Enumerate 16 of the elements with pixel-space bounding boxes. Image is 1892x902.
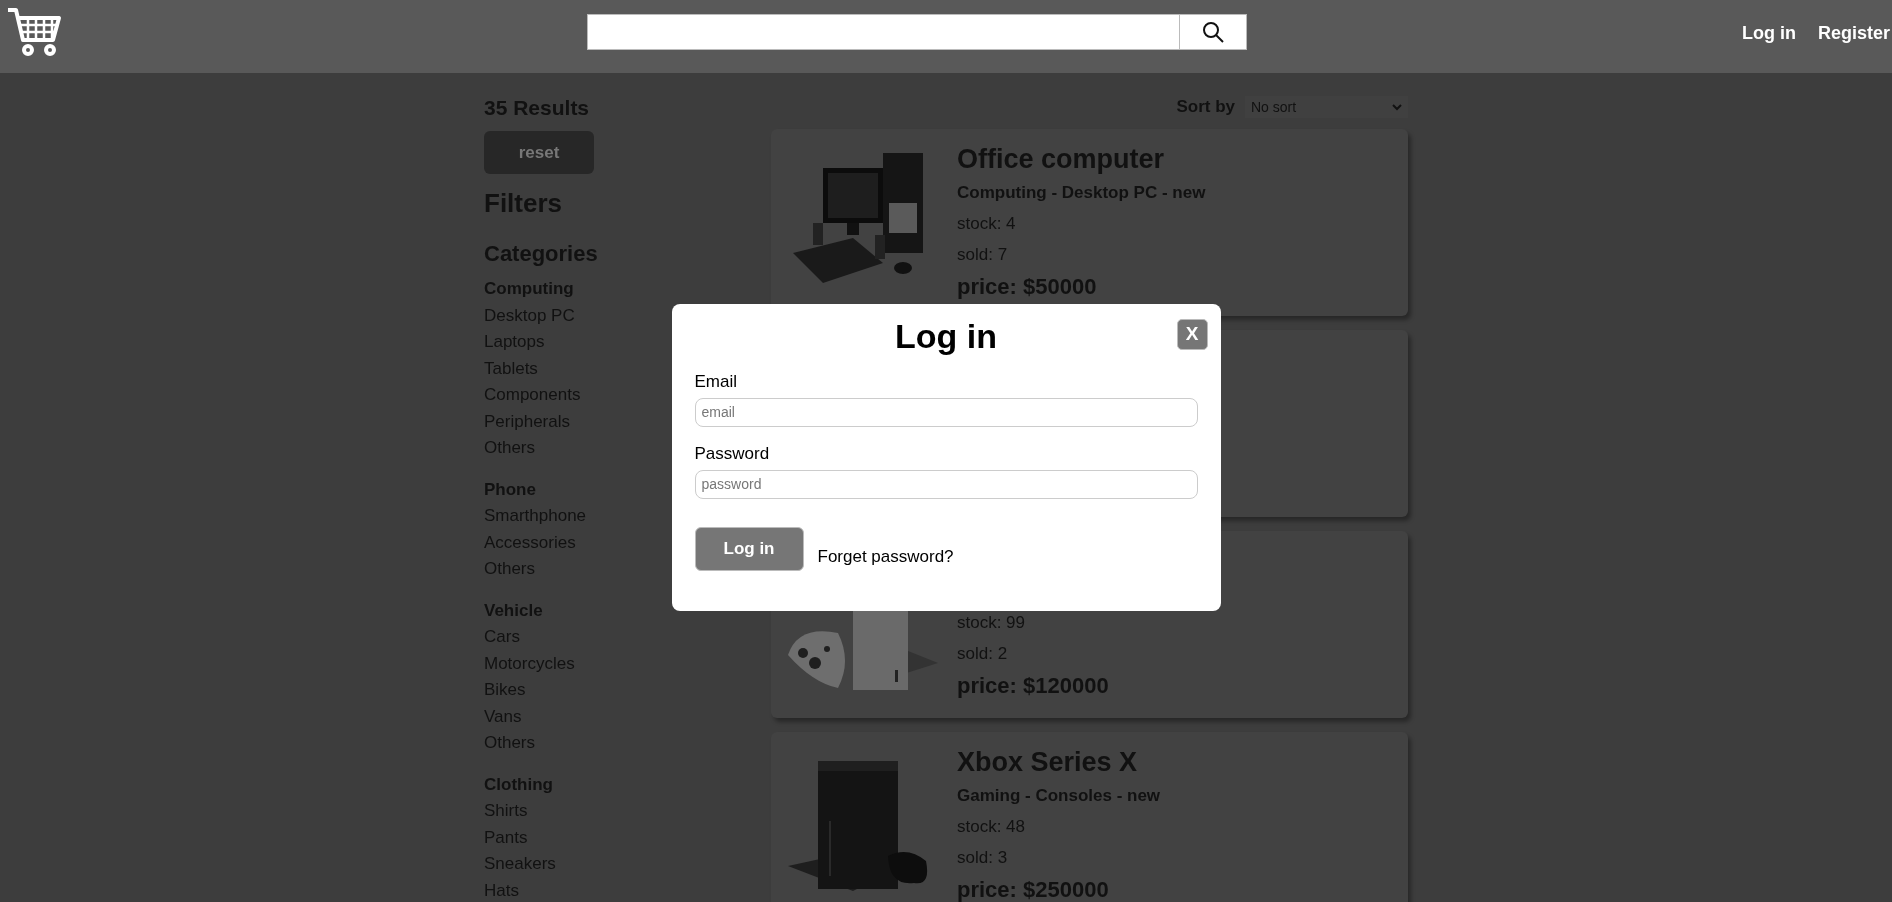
input-field[interactable]: password [694, 469, 1198, 499]
reset-button[interactable]: reset [484, 131, 594, 174]
header-link[interactable]: Register [1817, 20, 1890, 47]
search-button[interactable] [1180, 14, 1247, 50]
close-button[interactable]: X [1176, 318, 1208, 350]
input-field[interactable]: email [694, 397, 1198, 427]
search-field[interactable] [587, 14, 1180, 50]
dialog-title: Log in [895, 316, 997, 355]
field-label: Password [694, 443, 770, 464]
forgot-password-link[interactable]: Forget password? [817, 544, 954, 570]
search-icon [1202, 21, 1224, 43]
field-label: Email [694, 371, 737, 392]
login-button[interactable]: Log in [694, 526, 804, 571]
header-link[interactable]: Log in [1742, 20, 1796, 47]
shopping-cart-icon[interactable] [6, 6, 62, 56]
chevron-icon [1392, 103, 1402, 111]
